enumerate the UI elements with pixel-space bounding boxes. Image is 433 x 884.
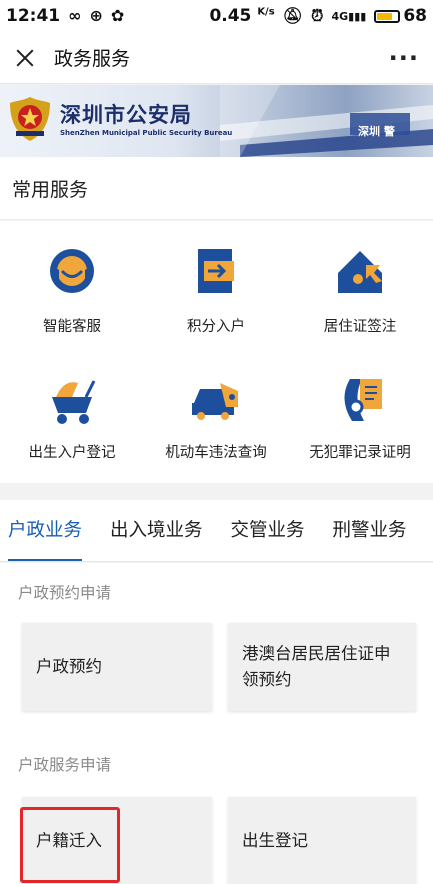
service-label: 居住证签注 — [323, 319, 397, 335]
no-criminal-record-icon — [344, 379, 382, 421]
more-options-button[interactable]: ··· — [389, 44, 419, 72]
banner-subtitle: ShenZhen Municipal Public Security Burea… — [60, 129, 233, 137]
share-icon: ✿ — [110, 6, 125, 25]
service-points-household[interactable]: 积分入户 — [144, 243, 288, 336]
banner-background-graphic — [220, 85, 433, 157]
nav-bar: 政务服务 ··· — [0, 32, 433, 84]
infinity-icon: ∞ — [68, 6, 82, 25]
business-tabs: 户政业务 出入境业务 交管业务 刑警业务 — [0, 500, 433, 562]
banner-title: 深圳市公安局 — [60, 103, 192, 127]
service-label: 无犯罪记录证明 — [309, 445, 411, 461]
birth-registration-icon — [52, 380, 96, 424]
customer-service-icon — [50, 249, 94, 293]
battery-icon — [374, 9, 401, 23]
battery-indicator: 68 — [374, 6, 427, 26]
alarm-icon: ⏰︎ — [310, 6, 324, 25]
signal-icon: 4G▮▮▮ — [331, 9, 367, 23]
service-vehicle-violation[interactable]: 机动车违法查询 — [144, 369, 288, 462]
service-label: 出生入户登记 — [28, 445, 116, 461]
app-screen: 12:41 ∞ ⊕ ✿ 0.45 K/s 🔕︎ ⏰︎ 4G▮▮▮ 68 政务服务… — [0, 0, 433, 884]
close-icon[interactable] — [14, 47, 36, 69]
service-label: 机动车违法查询 — [165, 445, 267, 461]
common-services-grid: 智能客服 积分入户 居住证签注 出生入户登记 机动车违法查询 无犯罪记录证明 — [0, 221, 433, 483]
card-birth-registration[interactable]: 出生登记 — [228, 797, 416, 884]
common-services-header: 常用服务 — [0, 157, 433, 220]
mute-icon: 🔕︎ — [282, 6, 303, 25]
police-emblem-icon — [10, 97, 50, 141]
page-title: 政务服务 — [54, 48, 131, 70]
card-label: 户政预约 — [36, 657, 102, 677]
tab-content: 户政预约申请 户政预约 港澳台居民居住证申领预约 户政服务申请 户籍迁入 出生登… — [0, 563, 433, 884]
card-household-appointment[interactable]: 户政预约 — [22, 623, 212, 711]
network-speed: 0.45 K/s — [209, 6, 275, 26]
tab-household[interactable]: 户政业务 — [8, 500, 83, 561]
vehicle-violation-icon — [192, 383, 238, 420]
card-label: 户籍迁入 — [36, 831, 102, 851]
tab-entry-exit[interactable]: 出入境业务 — [110, 500, 203, 561]
status-time: 12:41 — [6, 6, 61, 26]
banner-sign-text: 深圳 警 — [358, 125, 395, 138]
battery-level: 68 — [403, 6, 427, 26]
card-label: 港澳台居民居住证申领预约 — [242, 644, 391, 689]
service-label: 智能客服 — [43, 319, 101, 335]
service-label: 积分入户 — [187, 319, 245, 335]
residence-permit-icon — [338, 251, 382, 293]
card-household-migration[interactable]: 户籍迁入 — [22, 797, 212, 884]
card-label: 出生登记 — [242, 831, 308, 851]
status-bar: 12:41 ∞ ⊕ ✿ 0.45 K/s 🔕︎ ⏰︎ 4G▮▮▮ 68 — [0, 0, 433, 32]
card-hk-macao-taiwan-permit[interactable]: 港澳台居民居住证申领预约 — [228, 623, 416, 711]
tab-criminal[interactable]: 刑警业务 — [333, 500, 407, 561]
police-bureau-banner: 深圳市公安局 ShenZhen Municipal Public Securit… — [0, 85, 433, 157]
tab-traffic[interactable]: 交管业务 — [231, 500, 305, 561]
service-birth-registration[interactable]: 出生入户登记 — [0, 369, 144, 462]
group-label-appointment: 户政预约申请 — [18, 584, 112, 602]
service-residence-permit[interactable]: 居住证签注 — [288, 243, 432, 336]
group-label-service: 户政服务申请 — [18, 756, 112, 774]
service-smart-customer-service[interactable]: 智能客服 — [0, 243, 144, 336]
points-household-icon — [198, 249, 234, 293]
service-no-criminal-record[interactable]: 无犯罪记录证明 — [288, 369, 432, 462]
alert-icon: ⊕ — [89, 6, 103, 25]
section-title: 常用服务 — [12, 178, 89, 201]
